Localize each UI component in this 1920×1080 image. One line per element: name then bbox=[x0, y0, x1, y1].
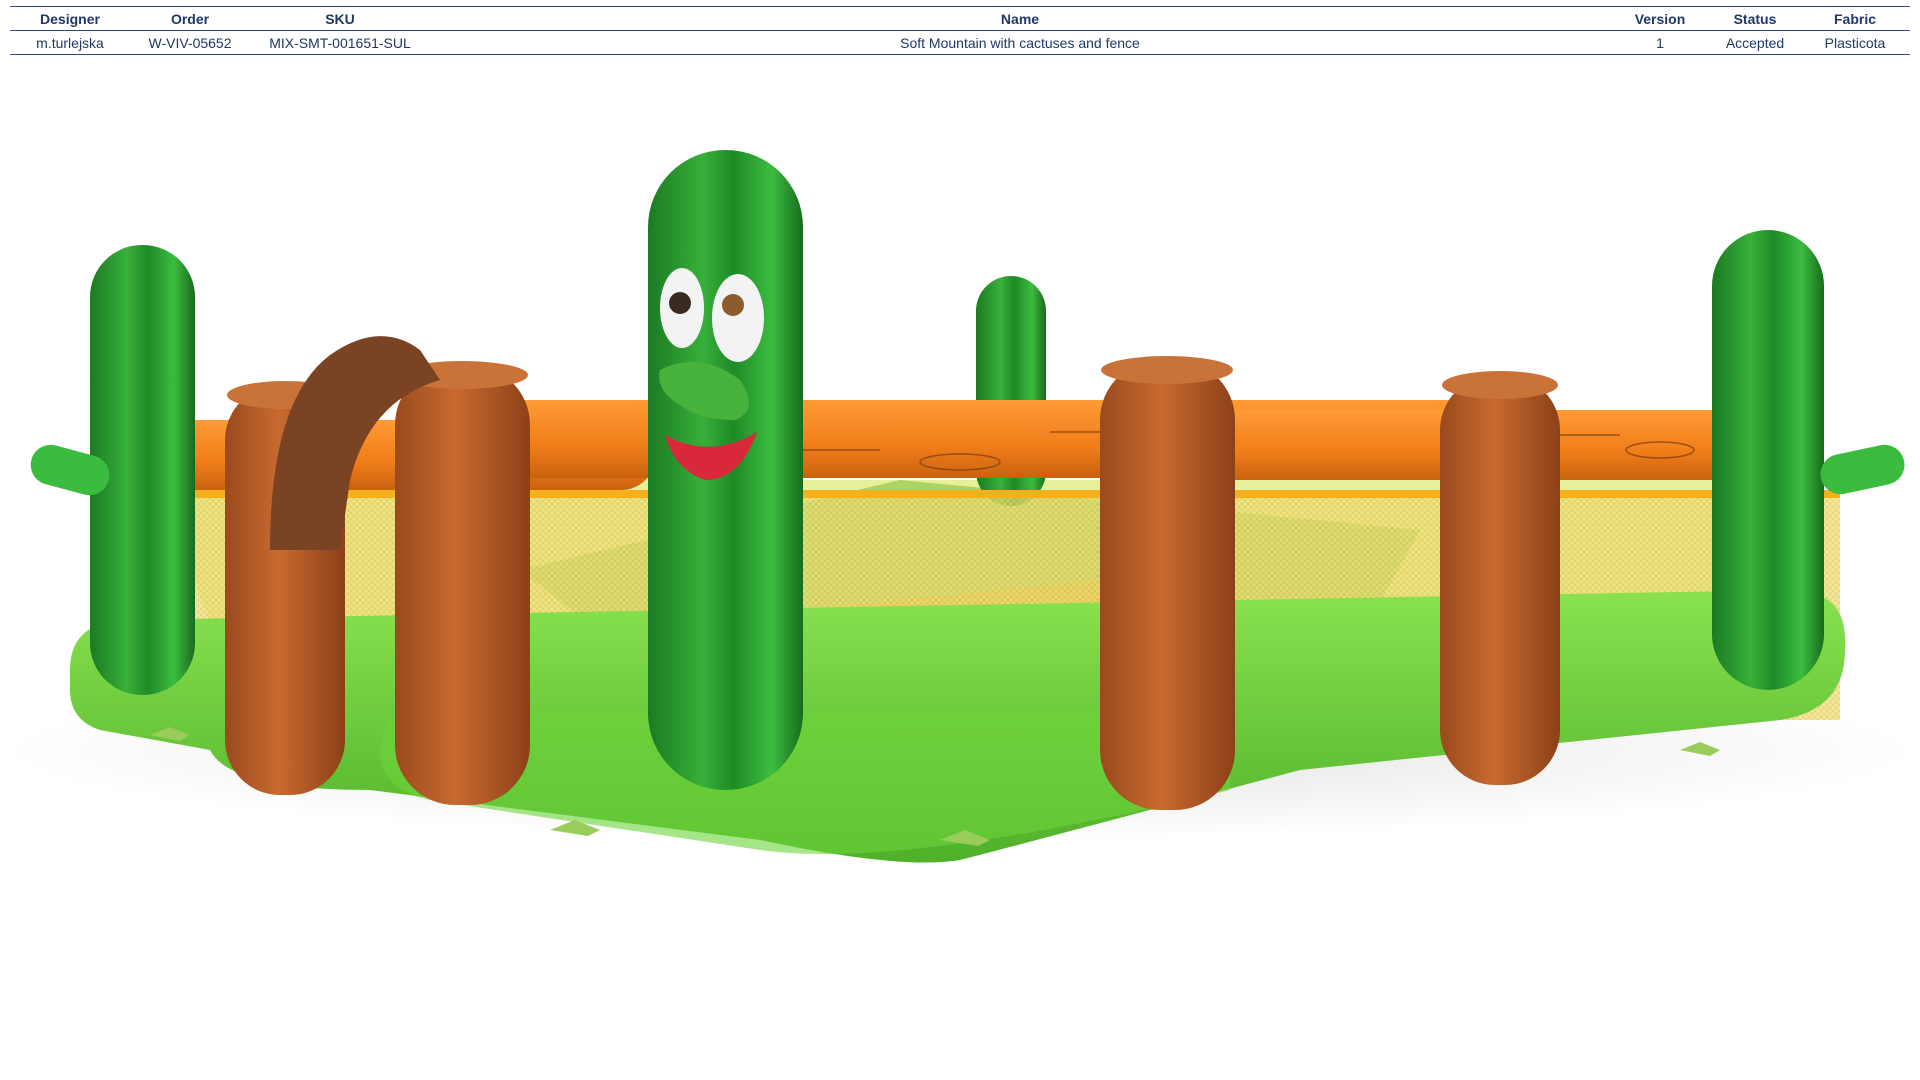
cell-sku: MIX-SMT-001651-SUL bbox=[269, 34, 411, 51]
header-status: Status bbox=[1733, 10, 1777, 27]
spec-header-row: Designer Order SKU Name Version Status F… bbox=[10, 6, 1910, 31]
cell-designer: m.turlejska bbox=[36, 34, 104, 51]
cell-order: W-VIV-05652 bbox=[148, 34, 232, 51]
header-version: Version bbox=[1634, 10, 1686, 27]
cell-version: 1 bbox=[1656, 34, 1664, 51]
product-render bbox=[0, 150, 1920, 910]
header-sku: SKU bbox=[325, 10, 355, 27]
cell-name: Soft Mountain with cactuses and fence bbox=[900, 34, 1140, 51]
header-name: Name bbox=[1000, 10, 1040, 27]
spec-table: Designer Order SKU Name Version Status F… bbox=[10, 6, 1910, 55]
header-designer: Designer bbox=[40, 10, 100, 27]
cell-status: Accepted bbox=[1725, 34, 1785, 51]
product-sheet: Designer Order SKU Name Version Status F… bbox=[0, 0, 1920, 1080]
header-order: Order bbox=[170, 10, 210, 27]
inflatable-illustration bbox=[0, 150, 1920, 863]
cell-fabric: Plasticota bbox=[1824, 34, 1886, 51]
header-fabric: Fabric bbox=[1833, 10, 1876, 27]
spec-row: m.turlejska W-VIV-05652 MIX-SMT-001651-S… bbox=[10, 31, 1910, 55]
